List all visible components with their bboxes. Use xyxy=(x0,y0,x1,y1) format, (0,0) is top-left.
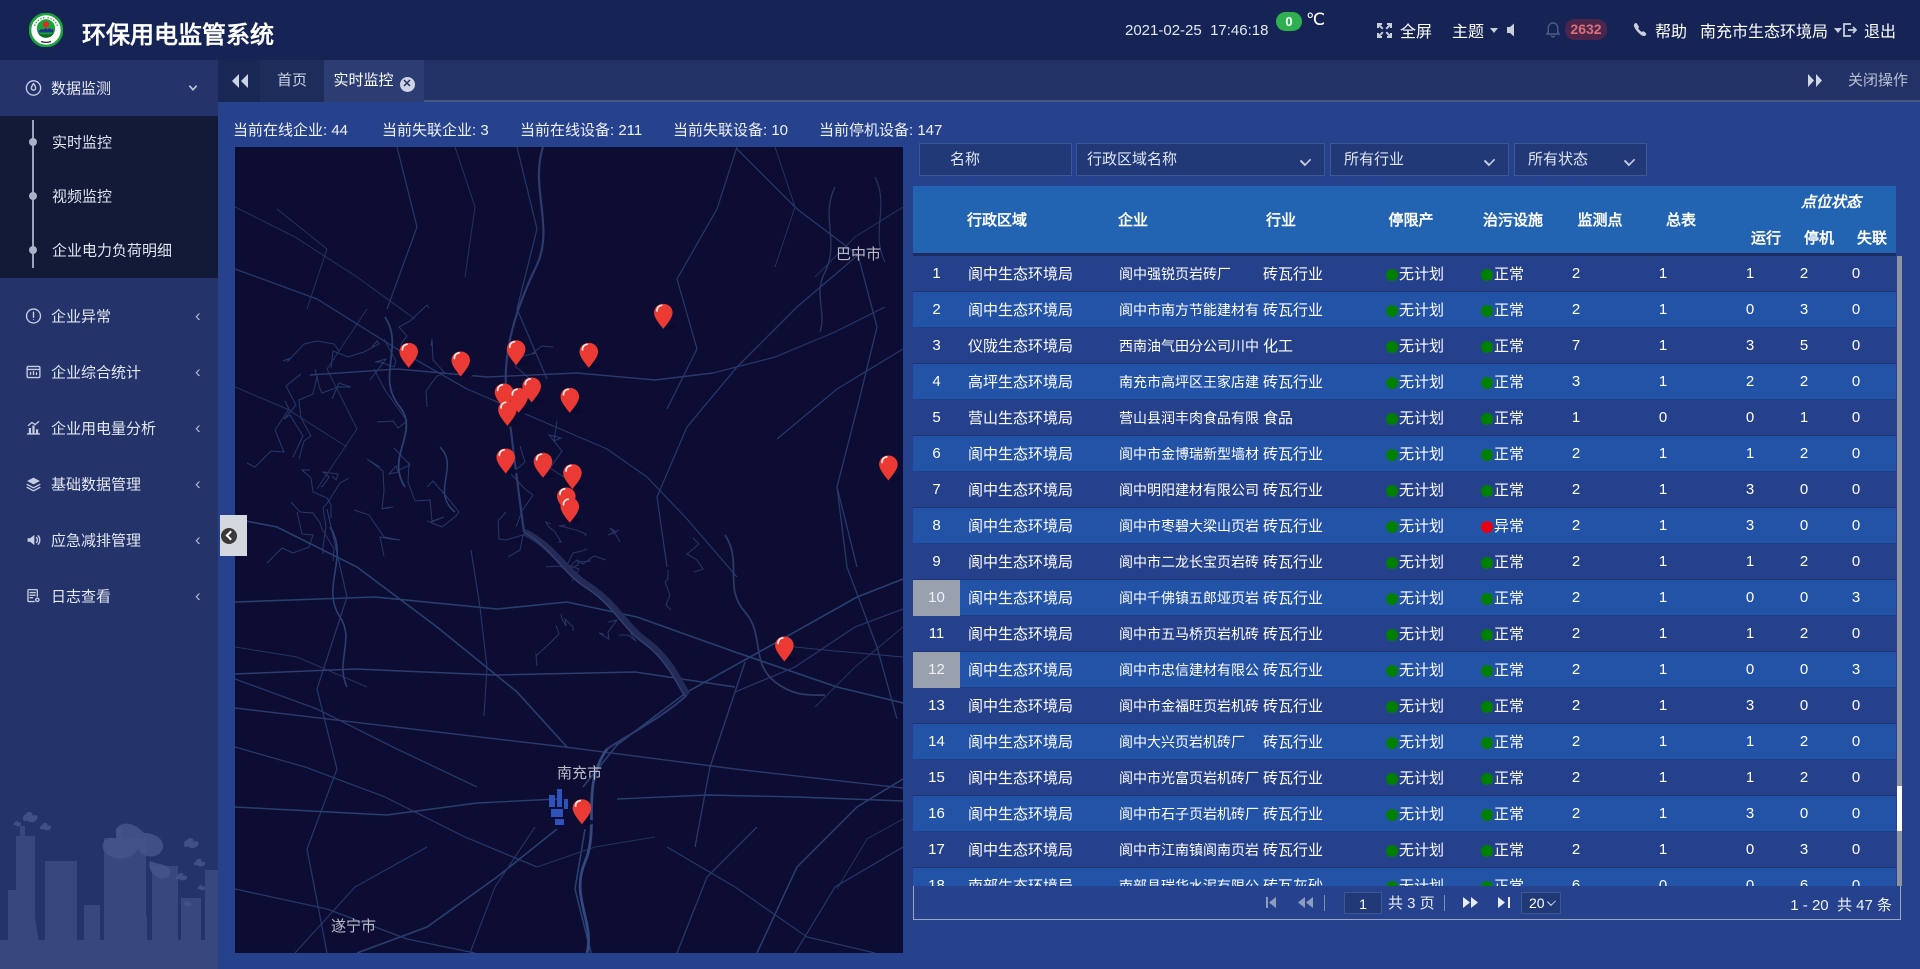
svg-text:遂宁市: 遂宁市 xyxy=(331,918,376,935)
svg-text:巴中市: 巴中市 xyxy=(836,246,881,263)
svg-text:南充市: 南充市 xyxy=(557,765,602,782)
